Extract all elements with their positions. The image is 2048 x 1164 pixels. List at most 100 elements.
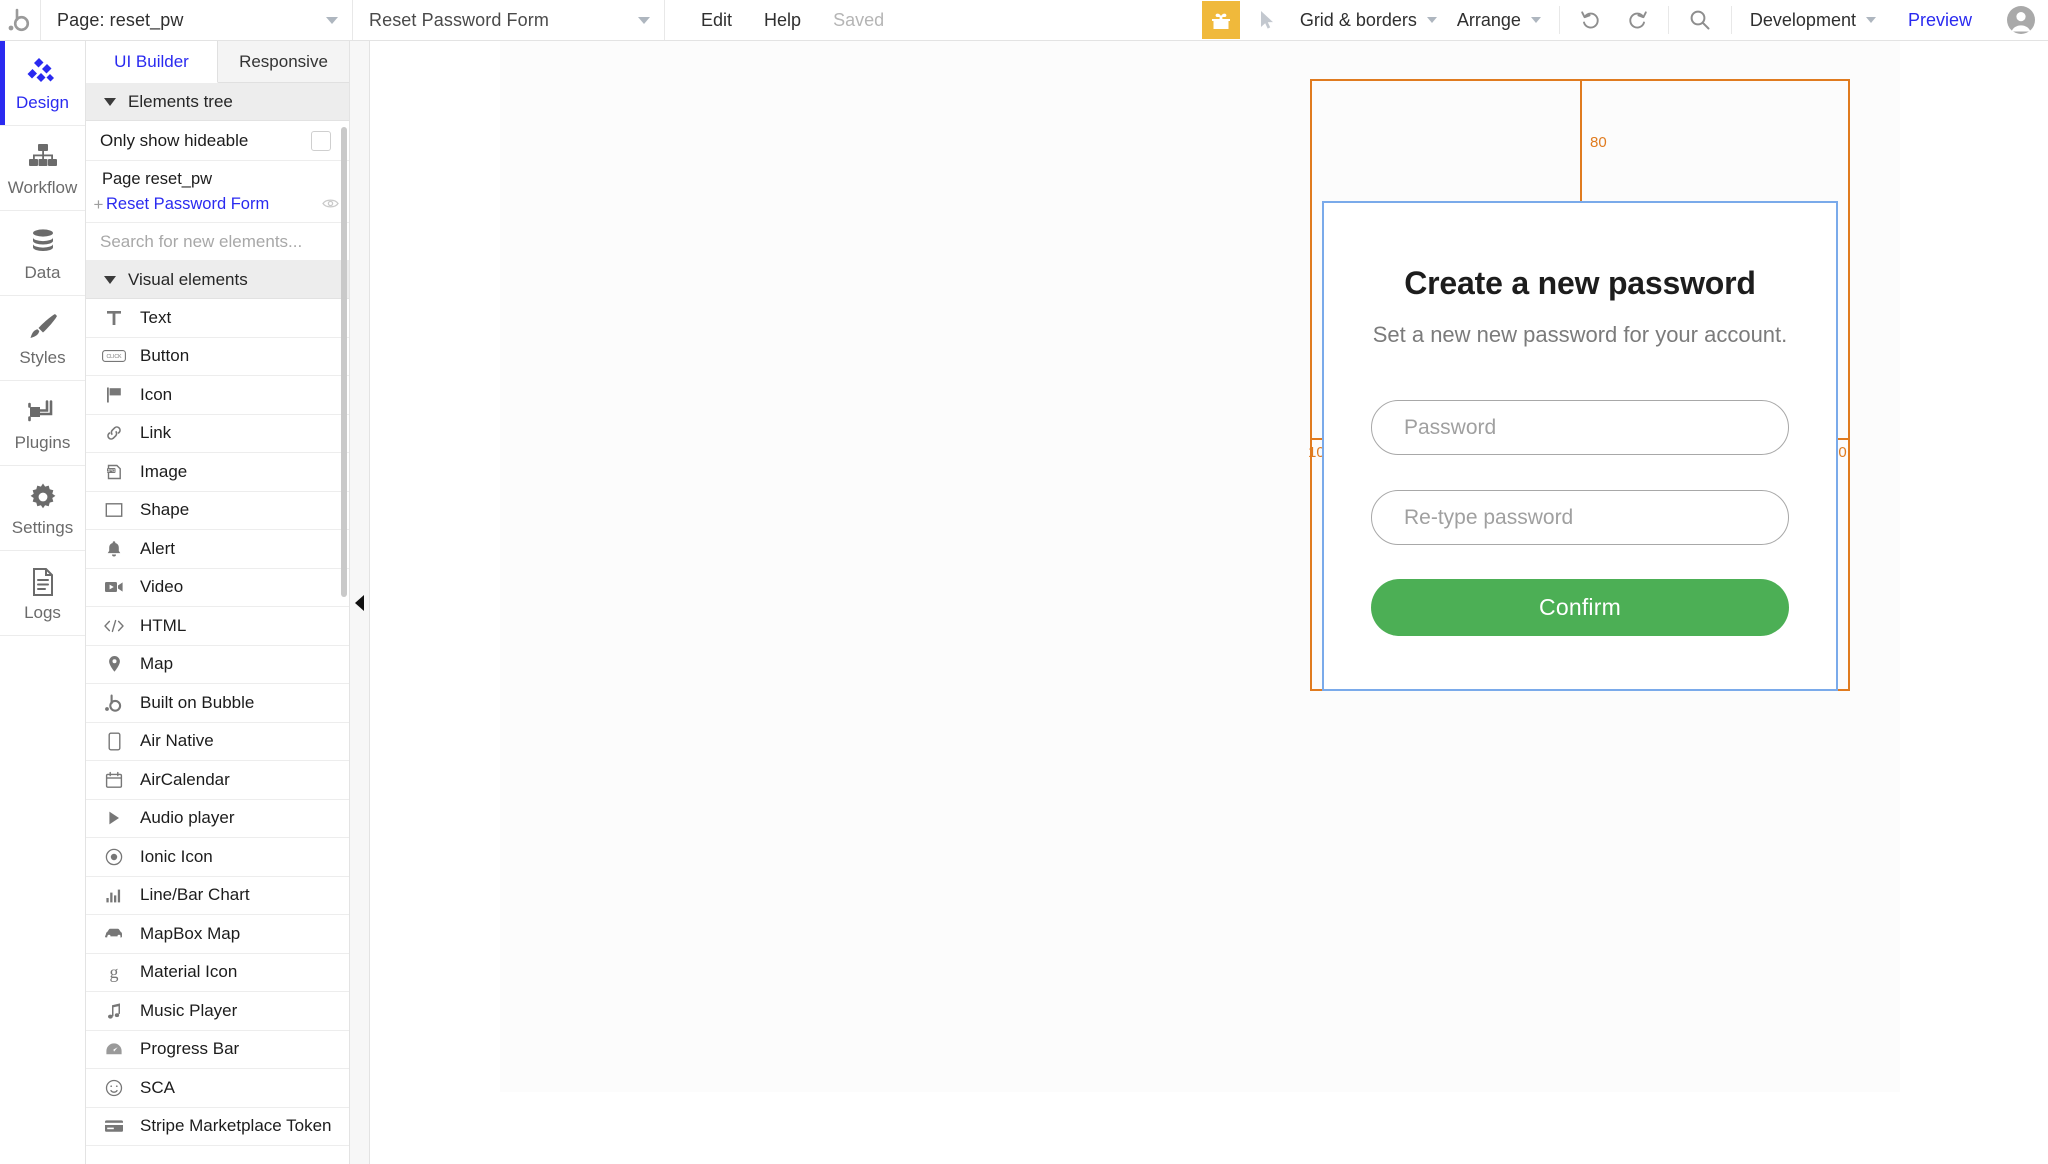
element-item-text[interactable]: Text — [86, 299, 349, 338]
video-camera-icon — [102, 580, 126, 594]
tree-item-reset-password-form[interactable]: + Reset Password Form — [86, 192, 349, 217]
car-icon — [102, 927, 126, 940]
expand-plus-icon[interactable]: + — [92, 195, 105, 215]
triangle-down-icon — [104, 97, 116, 106]
user-avatar-icon[interactable] — [1994, 0, 2048, 40]
element-item-sca[interactable]: SCA — [86, 1069, 349, 1108]
document-icon — [29, 563, 57, 597]
retype-password-input[interactable]: Re-type password — [1371, 490, 1789, 545]
sidebar-item-styles[interactable]: Styles — [0, 296, 85, 381]
password-input-placeholder: Password — [1404, 415, 1497, 439]
visual-elements-title: Visual elements — [128, 269, 248, 289]
element-item-label: Alert — [140, 538, 175, 558]
sidebar-item-settings[interactable]: Settings — [0, 466, 85, 551]
element-item-mapbox-map[interactable]: MapBox Map — [86, 915, 349, 954]
element-item-alert[interactable]: Alert — [86, 530, 349, 569]
password-input[interactable]: Password — [1371, 400, 1789, 455]
element-item-label: Stripe Marketplace Token — [140, 1116, 332, 1136]
design-canvas[interactable]: 80 10 10 Create a new password Set a new… — [370, 41, 2048, 1164]
search-new-elements-input[interactable]: Search for new elements... — [86, 223, 349, 261]
only-show-hideable-checkbox[interactable] — [311, 130, 331, 151]
element-item-built-on-bubble[interactable]: Built on Bubble — [86, 684, 349, 723]
left-nav-rail: Design Workflow Data Styles Plugins Sett… — [0, 41, 86, 1164]
element-item-line-bar-chart[interactable]: Line/Bar Chart — [86, 877, 349, 915]
search-icon[interactable] — [1677, 0, 1723, 40]
form-subtitle: Set a new new password for your account. — [1372, 322, 1788, 347]
sidebar-item-design[interactable]: Design — [0, 41, 85, 126]
element-item-image[interactable]: JPG Image — [86, 453, 349, 492]
collapse-panel-arrow-icon[interactable] — [355, 594, 364, 611]
svg-text:JPG: JPG — [107, 468, 115, 473]
mobile-phone-icon — [102, 732, 126, 751]
element-item-air-native[interactable]: Air Native — [86, 723, 349, 761]
visual-elements-header[interactable]: Visual elements — [86, 261, 349, 299]
sidebar-item-workflow[interactable]: Workflow — [0, 126, 85, 211]
bubble-logo-icon[interactable] — [0, 0, 41, 40]
grid-borders-dropdown[interactable]: Grid & borders — [1290, 0, 1447, 40]
confirm-button[interactable]: Confirm — [1371, 579, 1789, 636]
element-item-button[interactable]: CLICK Button — [86, 338, 349, 376]
panel-scrollbar[interactable] — [341, 127, 347, 597]
element-item-label: Icon — [140, 384, 173, 404]
calendar-icon — [102, 771, 126, 789]
tab-responsive[interactable]: Responsive — [218, 41, 349, 82]
svg-text:g: g — [110, 962, 119, 982]
visibility-eye-icon[interactable] — [322, 195, 339, 214]
sidebar-item-label: Design — [16, 93, 69, 112]
element-item-progress-bar[interactable]: Progress Bar — [86, 1031, 349, 1069]
gift-button[interactable] — [1198, 0, 1244, 40]
element-item-label: AirCalendar — [140, 769, 230, 789]
tree-item-page[interactable]: Page reset_pw — [86, 167, 349, 192]
element-selector-dropdown[interactable]: Reset Password Form — [353, 0, 665, 40]
element-item-stripe-marketplace-token[interactable]: Stripe Marketplace Token — [86, 1108, 349, 1146]
menu-item-help[interactable]: Help — [748, 0, 817, 40]
undo-icon[interactable] — [1568, 0, 1614, 40]
elements-tree-header[interactable]: Elements tree — [86, 83, 349, 121]
element-item-html[interactable]: HTML — [86, 607, 349, 646]
menu-item-edit[interactable]: Edit — [685, 0, 748, 40]
gift-icon — [1201, 1, 1240, 39]
search-placeholder: Search for new elements... — [100, 231, 303, 251]
element-item-label: Audio player — [140, 808, 235, 828]
element-item-map[interactable]: Map — [86, 646, 349, 684]
sidebar-item-logs[interactable]: Logs — [0, 551, 85, 636]
element-item-label: Image — [140, 461, 188, 481]
panel-tabs: UI Builder Responsive — [86, 41, 349, 83]
sidebar-item-label: Styles — [19, 348, 66, 367]
element-item-label: Video — [140, 577, 184, 597]
element-item-shape[interactable]: Shape — [86, 492, 349, 530]
element-item-music-player[interactable]: Music Player — [86, 992, 349, 1031]
reset-password-form-group[interactable]: Create a new password Set a new new pass… — [1322, 201, 1838, 691]
element-item-video[interactable]: Video — [86, 569, 349, 607]
redo-icon[interactable] — [1614, 0, 1660, 40]
element-item-label: Ionic Icon — [140, 846, 213, 866]
top-toolbar-right: Grid & borders Arrange Development Previ… — [1198, 0, 2048, 40]
element-item-aircalendar[interactable]: AirCalendar — [86, 761, 349, 800]
element-item-ionic-icon[interactable]: Ionic Icon — [86, 838, 349, 877]
element-item-link[interactable]: Link — [86, 415, 349, 453]
tab-ui-builder[interactable]: UI Builder — [86, 41, 218, 83]
sidebar-item-data[interactable]: Data — [0, 211, 85, 296]
element-item-audio-player[interactable]: Audio player — [86, 800, 349, 838]
page-selector-dropdown[interactable]: Page: reset_pw — [41, 0, 353, 40]
save-status: Saved — [833, 10, 885, 30]
arrange-dropdown[interactable]: Arrange — [1447, 0, 1551, 40]
workflow-icon — [27, 138, 59, 172]
element-item-label: Material Icon — [140, 962, 238, 982]
element-item-label: Built on Bubble — [140, 692, 255, 712]
retype-password-input-placeholder: Re-type password — [1404, 505, 1574, 529]
grid-borders-label: Grid & borders — [1299, 9, 1417, 30]
element-selector-label: Reset Password Form — [369, 9, 549, 30]
element-item-material-icon[interactable]: g Material Icon — [86, 954, 349, 992]
triangle-down-icon — [104, 275, 116, 284]
preview-button[interactable]: Preview — [1886, 0, 1994, 40]
version-dropdown[interactable]: Development — [1740, 0, 1886, 40]
element-item-label: Progress Bar — [140, 1039, 240, 1059]
only-show-hideable-row[interactable]: Only show hideable — [86, 121, 349, 161]
sidebar-item-plugins[interactable]: Plugins — [0, 381, 85, 466]
pointer-cursor-icon[interactable] — [1244, 0, 1290, 40]
page-surface[interactable]: 80 10 10 Create a new password Set a new… — [500, 41, 1900, 1092]
divider — [1667, 6, 1669, 34]
element-item-icon[interactable]: Icon — [86, 376, 349, 415]
panel-collapse-strip[interactable] — [350, 41, 370, 1164]
